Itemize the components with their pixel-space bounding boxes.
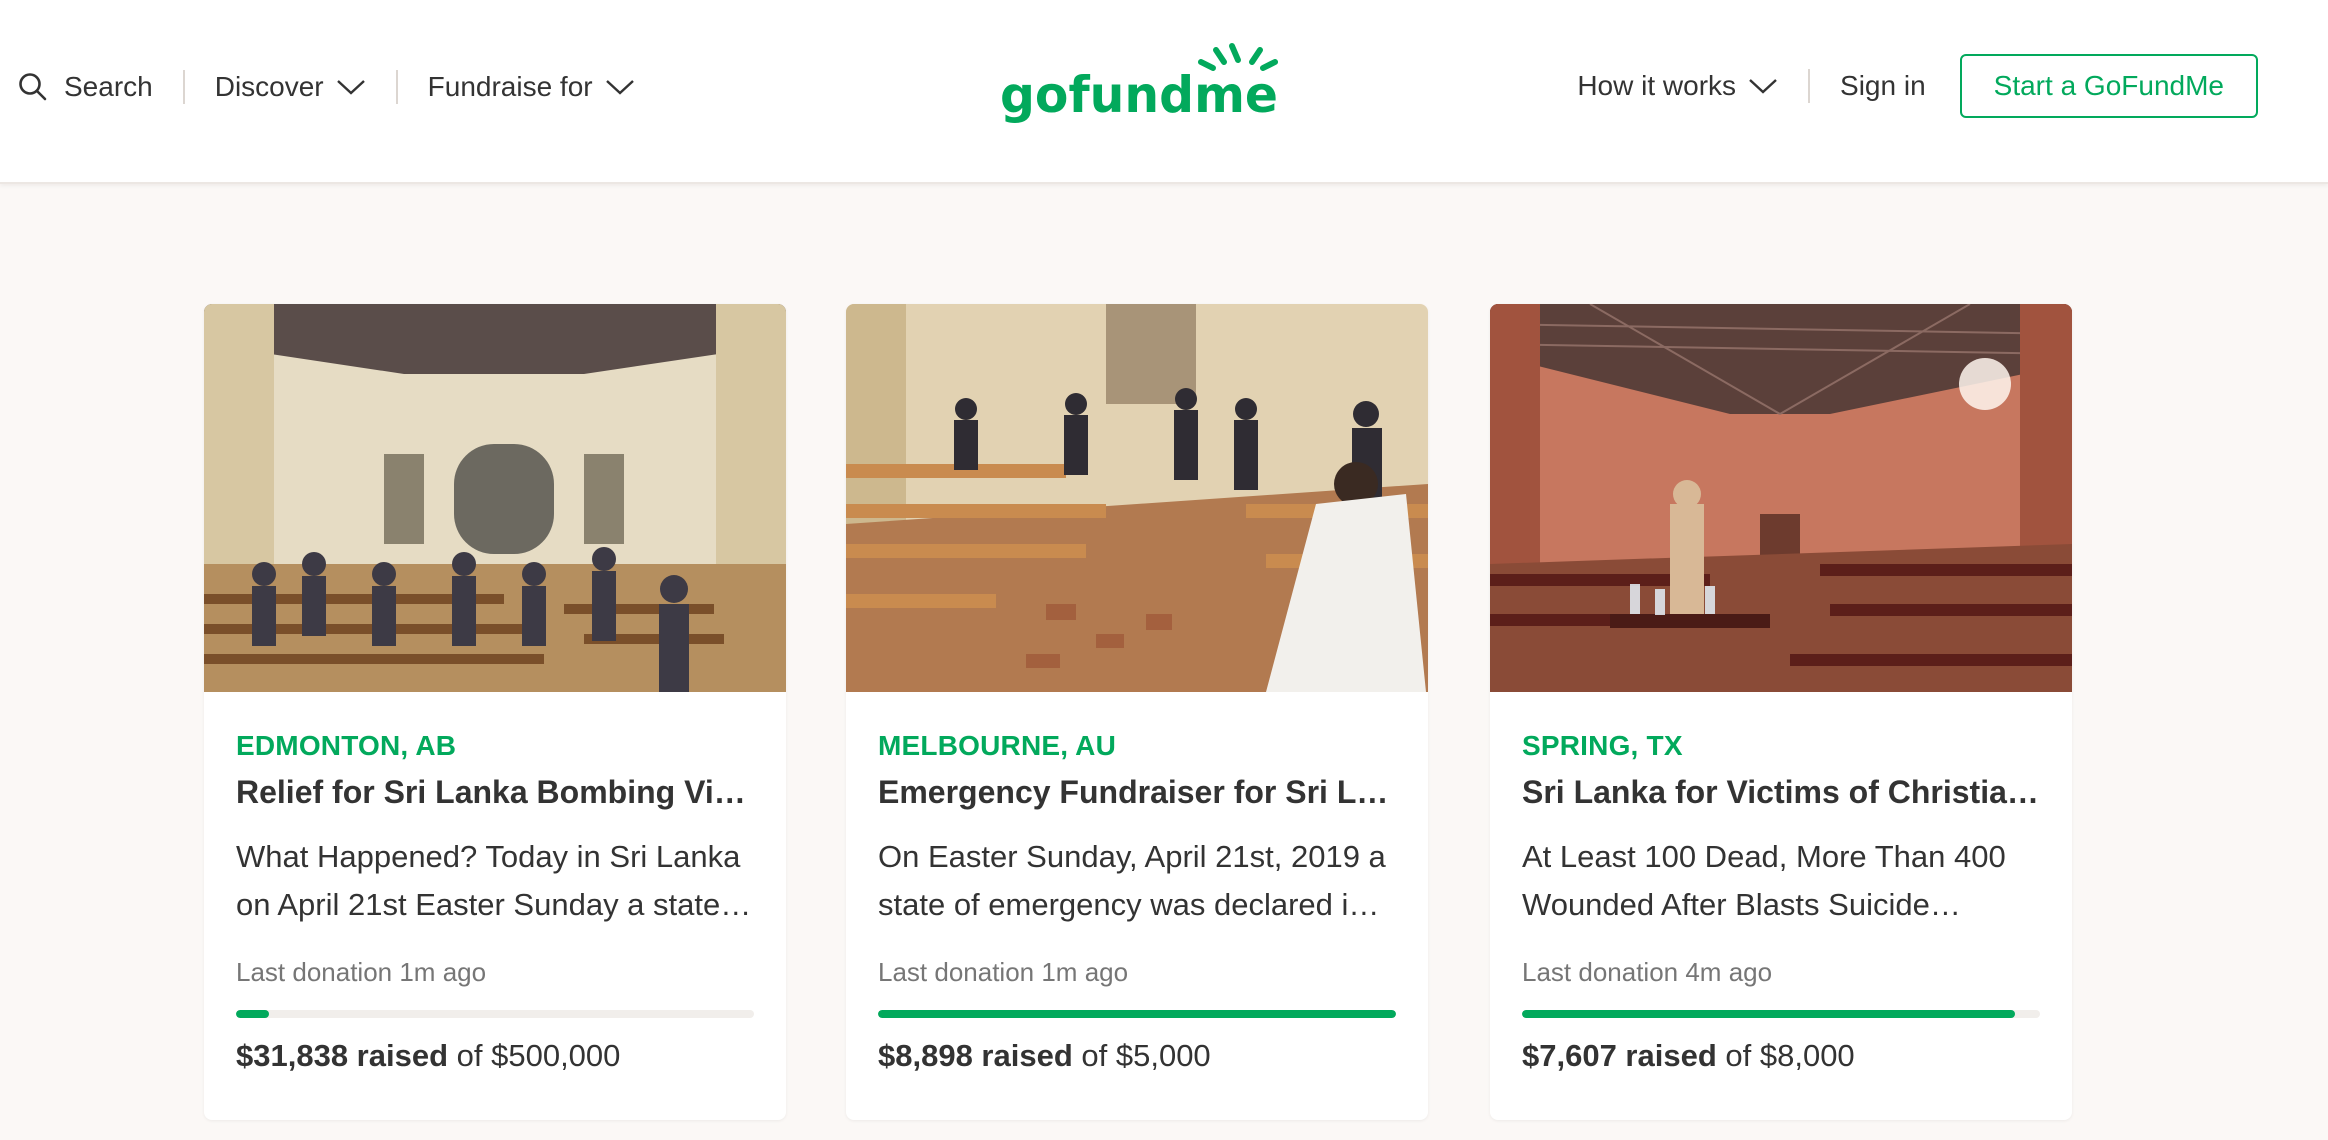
gofundme-logo[interactable]: gofundme [998,36,1278,126]
how-it-works-menu[interactable]: How it works [1577,70,1778,102]
card-location: EDMONTON, AB [236,730,457,761]
search-icon [19,73,47,101]
discover-label: Discover [214,71,324,102]
discover-menu[interactable]: Discover [215,71,366,103]
start-gofundme-button[interactable]: Start a GoFundMe [1959,54,2258,118]
progress-bar [1522,1010,2040,1018]
site-header: Search Discover Fundraise for gofundme H… [0,0,2328,184]
amount-raised: $31,838 raised of $500,000 [236,1038,754,1074]
card-body: SPRING, TX Sri Lanka for Victims of Chri… [1522,692,2040,1074]
progress-bar [878,1010,1396,1018]
last-donation: Last donation 4m ago [1522,957,1773,987]
amount-raised: $7,607 raised of $8,000 [1522,1038,2040,1074]
progress-bar [236,1010,754,1018]
search-link[interactable]: Search [18,71,153,103]
card-description: On Easter Sunday, April 21st, 2019 a sta… [878,839,1386,922]
sign-in-link[interactable]: Sign in [1840,70,1926,102]
fundraiser-card[interactable]: MELBOURNE, AU Emergency Fundraiser for S… [846,304,1428,1120]
nav-divider [1808,69,1811,103]
left-nav: Search Discover Fundraise for [18,64,635,110]
last-donation: Last donation 1m ago [878,957,1129,987]
last-donation: Last donation 1m ago [236,957,487,987]
card-location: SPRING, TX [1522,730,1683,761]
chevron-down-icon [605,80,634,95]
goal-amount: of $8,000 [1725,1038,1855,1073]
card-body: EDMONTON, AB Relief for Sri Lanka Bombin… [236,692,754,1074]
card-body: MELBOURNE, AU Emergency Fundraiser for S… [878,692,1396,1074]
card-title[interactable]: Sri Lanka for Victims of Christian Bombi… [1522,774,2040,811]
card-title[interactable]: Relief for Sri Lanka Bombing Victims [236,774,754,811]
nav-divider [395,70,398,104]
card-title[interactable]: Emergency Fundraiser for Sri Lanka [878,774,1396,811]
nav-divider [182,70,185,104]
right-nav: How it works Sign in Start a GoFundMe [1577,54,2258,118]
fundraise-for-menu[interactable]: Fundraise for [428,71,635,103]
logo-wordmark: gofundme [1000,66,1278,124]
goal-amount: of $500,000 [456,1038,621,1073]
raised-amount: $7,607 raised [1522,1038,1717,1073]
fundraiser-card[interactable]: SPRING, TX Sri Lanka for Victims of Chri… [1490,304,2072,1120]
fundraiser-image[interactable] [204,304,786,692]
card-location: MELBOURNE, AU [878,730,1117,761]
card-description: What Happened? Today in Sri Lanka on Apr… [236,839,741,922]
raised-amount: $8,898 raised [878,1038,1073,1073]
goal-amount: of $5,000 [1081,1038,1211,1073]
fundraise-for-label: Fundraise for [427,71,593,102]
raised-amount: $31,838 raised [236,1038,449,1073]
chevron-down-icon [1749,79,1777,94]
progress-fill [1522,1010,2015,1018]
chevron-down-icon [336,80,365,95]
card-description: At Least 100 Dead, More Than 400 Wounded… [1522,839,2006,922]
fundraiser-image[interactable] [846,304,1428,692]
how-it-works-label: How it works [1577,70,1737,101]
progress-fill [878,1010,1396,1018]
fundraiser-card[interactable]: EDMONTON, AB Relief for Sri Lanka Bombin… [204,304,786,1120]
fundraiser-image[interactable] [1490,304,2072,692]
progress-fill [236,1010,270,1018]
search-label: Search [64,71,153,102]
amount-raised: $8,898 raised of $5,000 [878,1038,1396,1074]
